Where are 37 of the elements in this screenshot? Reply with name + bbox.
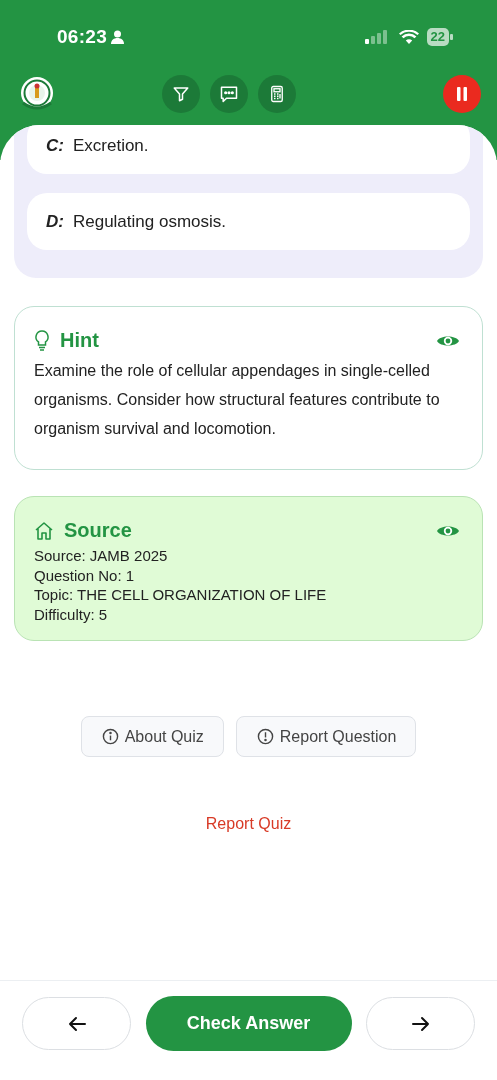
report-quiz-link[interactable]: Report Quiz bbox=[201, 813, 296, 835]
source-detail: Difficulty: 5 bbox=[34, 604, 109, 624]
right-arrow-icon bbox=[411, 1015, 430, 1032]
option-letter: D: bbox=[46, 211, 64, 232]
alert-icon bbox=[256, 728, 274, 745]
battery-tip-icon bbox=[450, 34, 453, 40]
option-letter: C: bbox=[46, 135, 64, 156]
option-text: Regulating osmosis. bbox=[72, 211, 227, 232]
calculator-button[interactable] bbox=[258, 75, 296, 113]
source-detail: Topic: THE CELL ORGANIZATION OF LIFE bbox=[34, 585, 328, 605]
hint-text: Examine the role of cellular appendages in single-celled organisms. Consider how structural features contribute to organism survival and locomotion. bbox=[34, 361, 441, 439]
lightbulb-icon bbox=[34, 329, 50, 352]
signal-icon bbox=[364, 30, 389, 44]
answer-option[interactable]: C: Excretion. bbox=[27, 125, 470, 174]
calculator-icon bbox=[268, 85, 286, 103]
check-answer-button[interactable]: Check Answer bbox=[145, 996, 352, 1051]
about-button[interactable]: About Quiz bbox=[80, 716, 224, 757]
clock-time: 06:23 bbox=[57, 26, 108, 48]
option-text: Excretion. bbox=[72, 135, 149, 156]
house-icon bbox=[34, 520, 54, 541]
info-icon bbox=[101, 728, 119, 745]
battery-level: 22 bbox=[426, 28, 449, 46]
wifi-icon bbox=[398, 30, 419, 44]
chat-button[interactable] bbox=[210, 75, 248, 113]
report-question-button[interactable]: Report Question bbox=[235, 716, 417, 757]
chat-icon bbox=[219, 84, 239, 104]
left-arrow-icon bbox=[67, 1015, 86, 1032]
card-title: Hint bbox=[60, 329, 100, 352]
filter-button[interactable] bbox=[162, 75, 200, 113]
filter-icon bbox=[172, 85, 190, 103]
card-title: Source bbox=[64, 519, 133, 542]
source-detail: Source: JAMB 2025 bbox=[34, 546, 169, 566]
person-icon bbox=[111, 30, 125, 44]
pause-icon bbox=[456, 87, 468, 101]
pause-button[interactable] bbox=[443, 75, 481, 113]
answer-option[interactable]: D: Regulating osmosis. bbox=[27, 193, 470, 250]
source-detail: Question No: 1 bbox=[34, 565, 136, 585]
